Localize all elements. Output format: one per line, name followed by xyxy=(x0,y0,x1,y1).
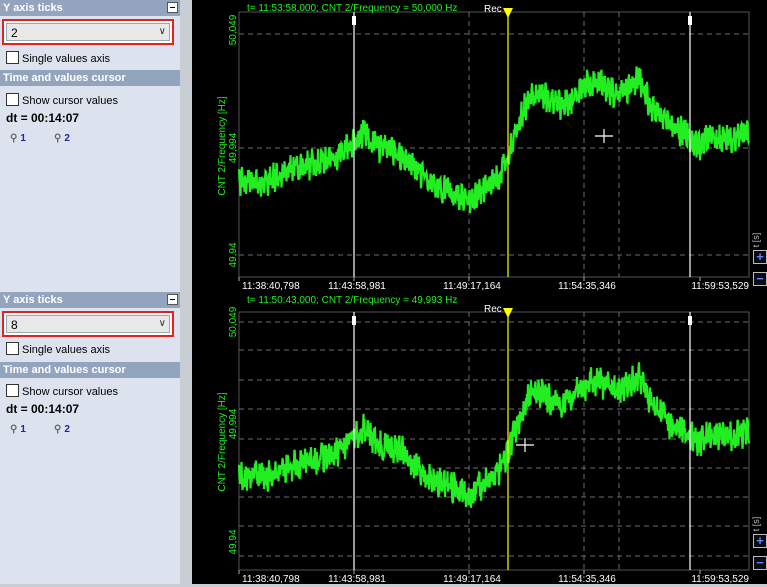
cursor-1-button[interactable]: ⚲ 1 xyxy=(10,133,26,144)
cursor-lock-icon: ⚲ xyxy=(10,424,18,435)
show-cursor-values-checkbox[interactable]: Show cursor values xyxy=(6,93,118,107)
cursor-lock-icon: ⚲ xyxy=(54,133,62,144)
chart-bottom[interactable]: t= 11:50:43,000; CNT 2/Frequency = 49,99… xyxy=(192,292,767,585)
y-axis-ticks-label: Y axis ticks xyxy=(3,294,63,306)
cursor-lock-icon: ⚲ xyxy=(10,133,18,144)
y-tick-label: 49,994 xyxy=(228,132,239,163)
x-tick-label: 11:49:17,164 xyxy=(443,281,501,292)
y-axis-ticks-value: 8 xyxy=(11,318,18,332)
y-axis-ticks-label: Y axis ticks xyxy=(3,2,63,14)
y-tick-label: 50,049 xyxy=(228,14,239,45)
x-tick-labels: 11:38:40,798 11:43:58,981 11:49:17,164 11:5… xyxy=(238,277,749,292)
dt-value: dt = 00:14:07 xyxy=(6,402,80,416)
cursor-readout: t= 11:50:43,000; CNT 2/Frequency = 49,99… xyxy=(247,295,457,306)
y-axis-ticks-value: 2 xyxy=(11,26,18,40)
single-values-axis-checkbox[interactable]: Single values axis xyxy=(6,342,110,356)
plot-frame xyxy=(238,11,750,278)
y-axis-ticks-header: Y axis ticks xyxy=(0,0,180,16)
cursor-2-button[interactable]: ⚲ 2 xyxy=(54,133,70,144)
t-unit-label: t [s] xyxy=(751,233,761,248)
x-tick-label: 11:59:53,529 xyxy=(691,574,749,584)
y-axis-label: CNT 2/Frequency [Hz] xyxy=(217,392,228,492)
y-tick-label: 50,049 xyxy=(228,306,239,337)
cursor-2-handle[interactable] xyxy=(688,316,692,325)
x-tick-label: 11:43:58,981 xyxy=(328,574,386,584)
y-tick-label: 49,94 xyxy=(228,529,239,554)
splitter[interactable] xyxy=(180,0,192,584)
chart-top[interactable]: t= 11:53:58,000; CNT 2/Frequency = 50,00… xyxy=(192,0,767,292)
cursor-section-label: Time and values cursor xyxy=(3,72,126,84)
y-tick-labels: 50,049 49,994 49,94 xyxy=(228,14,239,267)
y-axis-label: CNT 2/Frequency [Hz] xyxy=(217,96,228,196)
chart-top-svg: t= 11:53:58,000; CNT 2/Frequency = 50,00… xyxy=(217,3,761,292)
cursor-lock-icon: ⚲ xyxy=(54,424,62,435)
single-values-axis-label: Single values axis xyxy=(22,53,111,65)
rec-label: Rec xyxy=(484,304,502,315)
y-tick-labels: 50,049 49,994 49,94 xyxy=(228,306,239,554)
chevron-down-icon: ∨ xyxy=(158,26,166,37)
dt-value: dt = 00:14:07 xyxy=(6,111,80,125)
cursor-1-button[interactable]: ⚲ 1 xyxy=(10,424,26,435)
show-cursor-values-label: Show cursor values xyxy=(22,386,118,398)
chart-bottom-svg: t= 11:50:43,000; CNT 2/Frequency = 49,99… xyxy=(217,295,761,585)
cursor-section-header: Time and values cursor xyxy=(0,70,180,86)
zoom-in-button[interactable]: + xyxy=(753,250,767,264)
cursor-1-label: 1 xyxy=(20,133,26,144)
cursor-section-label: Time and values cursor xyxy=(3,364,126,376)
single-values-axis-checkbox[interactable]: Single values axis xyxy=(6,51,110,65)
x-tick-label: 11:54:35,346 xyxy=(558,281,616,292)
y-axis-ticks-header: Y axis ticks xyxy=(0,292,180,308)
plot-frame xyxy=(238,311,750,571)
x-tick-label: 11:43:58,981 xyxy=(328,281,386,292)
cursor-readout: t= 11:53:58,000; CNT 2/Frequency = 50,00… xyxy=(247,3,457,14)
zoom-out-button[interactable]: − xyxy=(753,272,767,286)
cursor-1-label: 1 xyxy=(20,424,26,435)
y-tick-label: 49,94 xyxy=(228,242,239,267)
collapse-icon[interactable] xyxy=(167,2,178,13)
cursor-1-handle[interactable] xyxy=(352,316,356,325)
cursor-2-label: 2 xyxy=(64,133,70,144)
show-cursor-values-label: Show cursor values xyxy=(22,95,118,107)
chevron-down-icon: ∨ xyxy=(158,318,166,329)
property-panel-bottom: Y axis ticks 8 ∨ Single values axis Time… xyxy=(0,292,180,584)
y-axis-ticks-select[interactable]: 2 ∨ xyxy=(2,19,174,45)
x-tick-label: 11:38:40,798 xyxy=(242,281,300,292)
x-tick-label: 11:54:35,346 xyxy=(558,574,616,584)
x-tick-label: 11:49:17,164 xyxy=(443,574,501,584)
collapse-icon[interactable] xyxy=(167,294,178,305)
x-tick-labels: 11:38:40,798 11:43:58,981 11:49:17,164 11:5… xyxy=(238,570,749,585)
x-tick-label: 11:38:40,798 xyxy=(242,574,300,584)
property-panel-top: Y axis ticks 2 ∨ Single values axis Time… xyxy=(0,0,180,292)
single-values-axis-label: Single values axis xyxy=(22,344,111,356)
zoom-out-button[interactable]: − xyxy=(753,556,767,570)
y-tick-label: 49,994 xyxy=(228,408,239,439)
t-unit-label: t [s] xyxy=(751,517,761,532)
rec-label: Rec xyxy=(484,4,502,15)
cursor-1-handle[interactable] xyxy=(352,16,356,25)
cursor-section-header: Time and values cursor xyxy=(0,362,180,378)
cursor-2-label: 2 xyxy=(64,424,70,435)
show-cursor-values-checkbox[interactable]: Show cursor values xyxy=(6,384,118,398)
zoom-in-button[interactable]: + xyxy=(753,534,767,548)
cursor-2-handle[interactable] xyxy=(688,16,692,25)
x-tick-label: 11:59:53,529 xyxy=(691,281,749,292)
cursor-2-button[interactable]: ⚲ 2 xyxy=(54,424,70,435)
y-axis-ticks-select[interactable]: 8 ∨ xyxy=(2,311,174,337)
